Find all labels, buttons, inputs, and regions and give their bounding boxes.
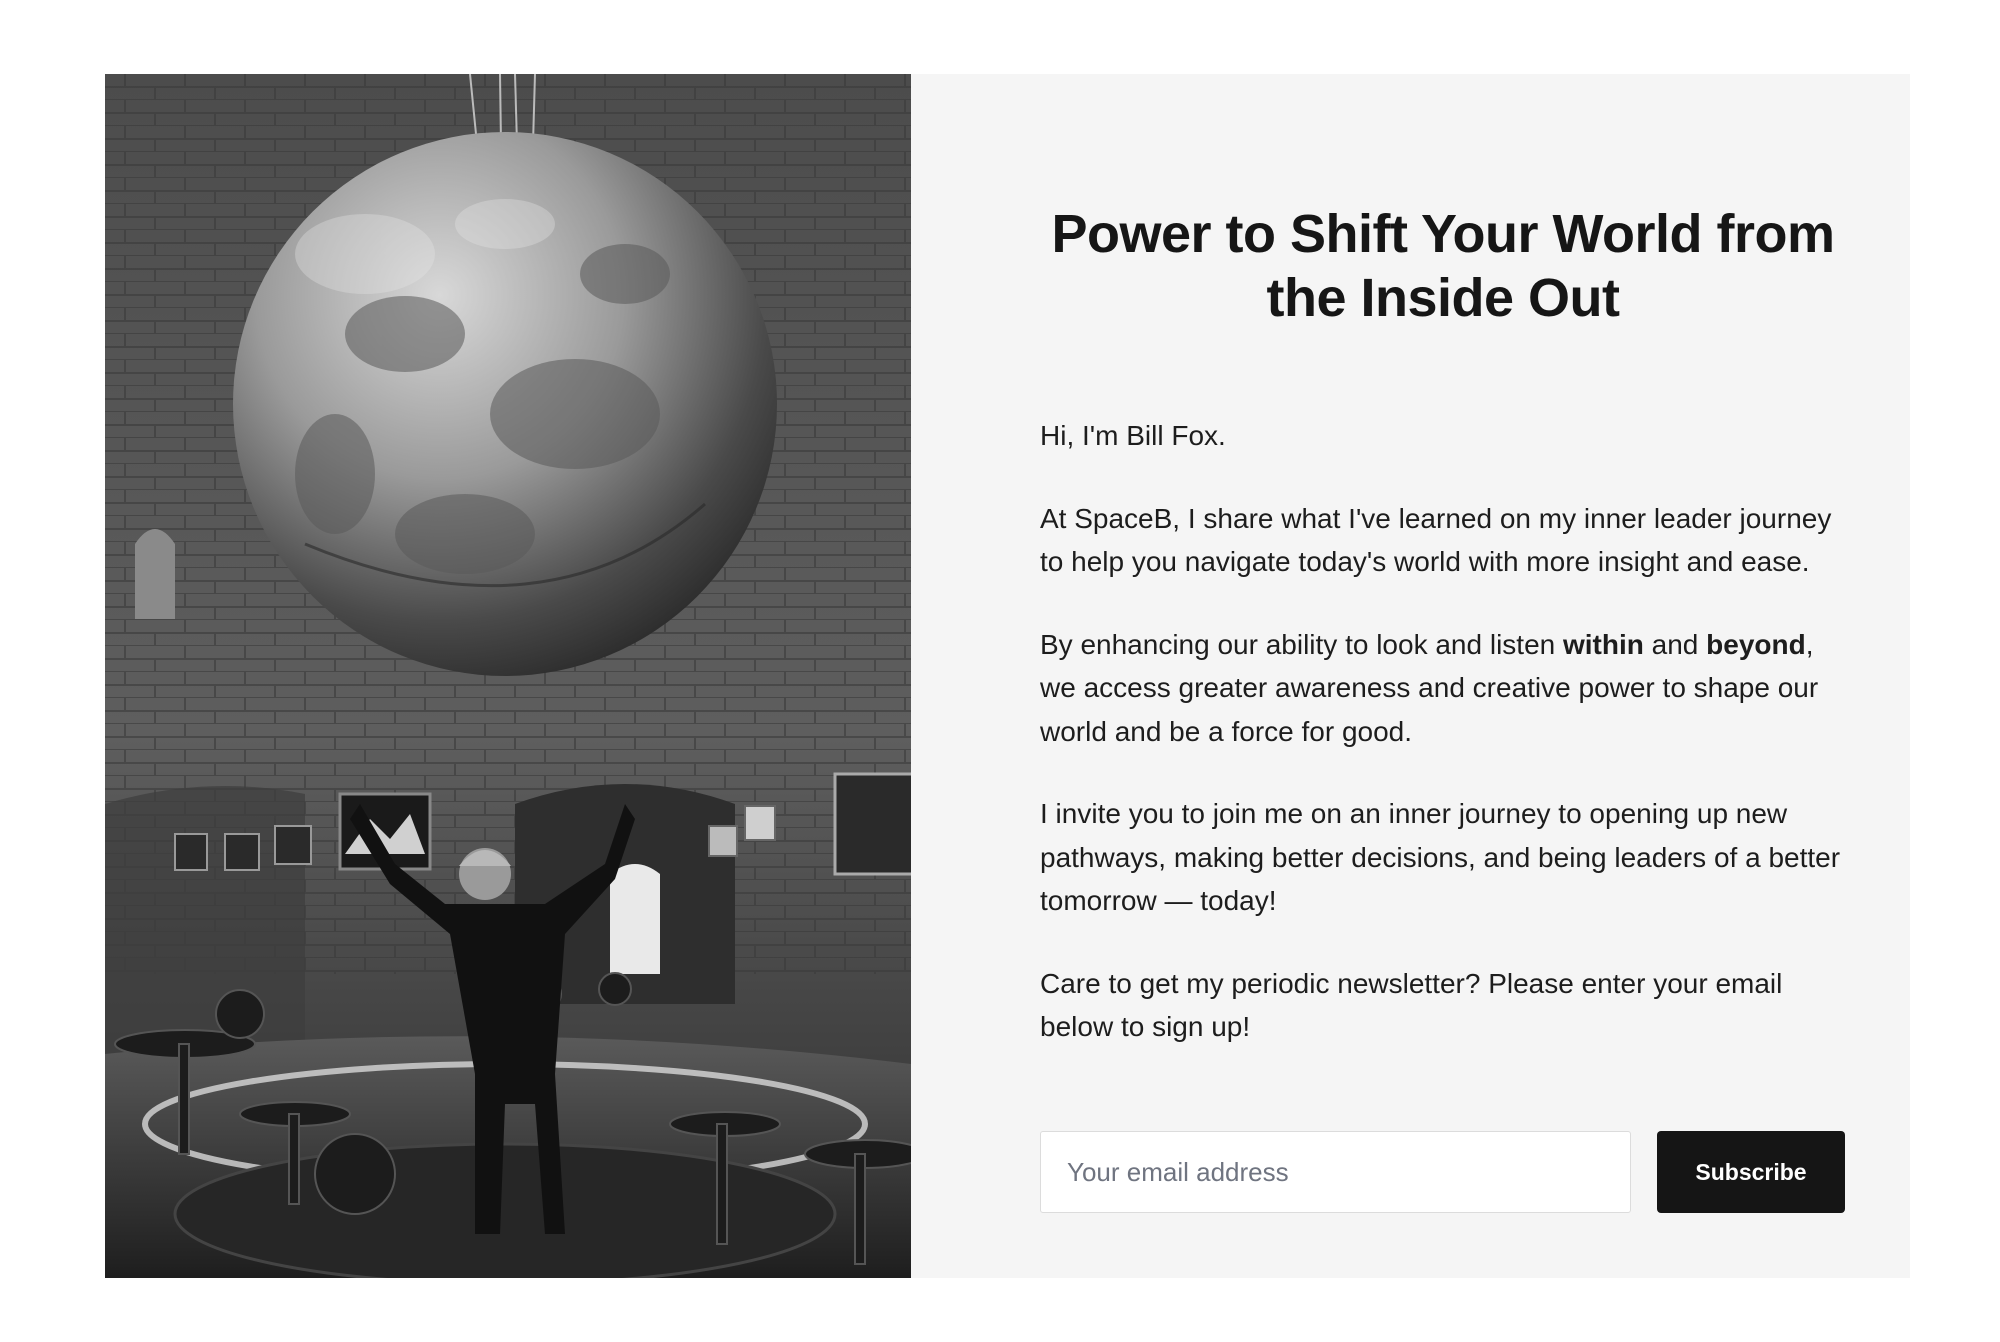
photo-illustration: [105, 74, 911, 1278]
spaceb-paragraph: At SpaceB, I share what I've learned on …: [1040, 502, 1832, 578]
invite-paragraph: I invite you to join me on an inner jour…: [1040, 798, 1841, 916]
enhance-paragraph: By enhancing our ability to look and lis…: [1040, 623, 1850, 754]
subscribe-button[interactable]: Subscribe: [1657, 1131, 1845, 1213]
hero-card: Power to Shift Your World from the Insid…: [105, 74, 1910, 1278]
newsletter-signup-form: Subscribe: [1040, 1131, 1845, 1213]
email-input[interactable]: [1040, 1131, 1631, 1213]
intro-panel: Power to Shift Your World from the Insid…: [911, 74, 1910, 1278]
newsletter-paragraph: Care to get my periodic newsletter? Plea…: [1040, 967, 1783, 1043]
enhance-text-mid: and: [1643, 628, 1707, 660]
page-title: Power to Shift Your World from the Insid…: [1051, 204, 1835, 328]
intro-text: Hi, I'm Bill Fox. At SpaceB, I share wha…: [1040, 414, 1850, 1088]
greeting-paragraph: Hi, I'm Bill Fox.: [1040, 420, 1226, 451]
hero-photo: [105, 74, 911, 1278]
within-bold: within: [1563, 628, 1644, 660]
enhance-text-start: By enhancing our ability to look and lis…: [1040, 628, 1563, 660]
beyond-bold: beyond: [1706, 628, 1806, 660]
